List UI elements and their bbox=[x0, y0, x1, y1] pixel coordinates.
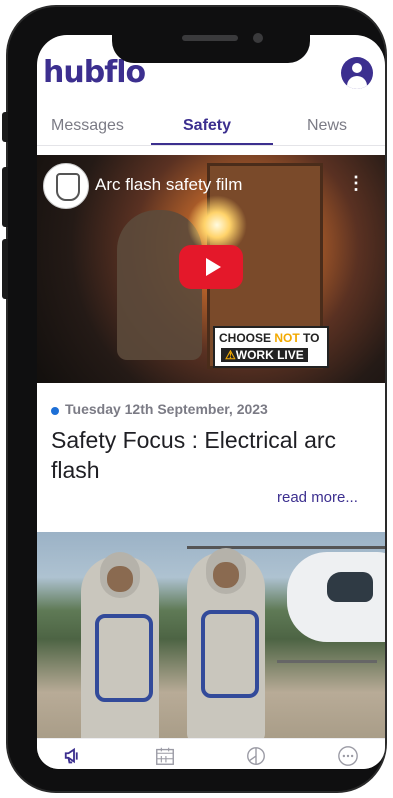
tab-messages[interactable]: Messages bbox=[51, 117, 124, 135]
youtube-play-icon[interactable] bbox=[179, 245, 243, 289]
front-camera bbox=[253, 33, 263, 43]
pie-chart-icon[interactable] bbox=[245, 745, 267, 767]
article-date: Tuesday 12th September, 2023 bbox=[65, 401, 268, 417]
megaphone-icon[interactable] bbox=[63, 745, 85, 767]
article-title[interactable]: Safety Focus : Electrical arc flash bbox=[51, 425, 371, 485]
speaker-grille bbox=[182, 35, 238, 41]
read-more-link[interactable]: read more... bbox=[277, 489, 358, 506]
article-image[interactable] bbox=[37, 532, 385, 738]
side-button bbox=[2, 112, 8, 142]
kebab-menu-icon[interactable]: ⋮ bbox=[347, 173, 365, 194]
channel-logo[interactable] bbox=[43, 163, 89, 209]
bottom-nav bbox=[37, 738, 385, 769]
user-circle-icon[interactable] bbox=[341, 57, 373, 89]
tab-news[interactable]: News bbox=[307, 117, 347, 135]
date-dot-icon bbox=[51, 407, 59, 415]
phone-frame: hubflo Messages Safety News Arc flash sa… bbox=[2, 7, 385, 791]
app-screen: hubflo Messages Safety News Arc flash sa… bbox=[37, 35, 385, 769]
video-title[interactable]: Arc flash safety film bbox=[95, 175, 242, 195]
calendar-icon[interactable] bbox=[154, 745, 176, 767]
video-player[interactable]: Arc flash safety film ⋮ CHOOSE NOT TO ⚠W… bbox=[37, 155, 385, 383]
side-button bbox=[2, 239, 8, 299]
work-live-badge: CHOOSE NOT TO ⚠WORK LIVE bbox=[213, 326, 329, 368]
active-tab-indicator bbox=[151, 143, 273, 145]
tab-safety[interactable]: Safety bbox=[183, 117, 231, 135]
side-button bbox=[2, 167, 8, 227]
warning-icon: ⚠ bbox=[225, 348, 236, 362]
phone-notch bbox=[112, 21, 310, 63]
more-icon[interactable] bbox=[337, 745, 359, 767]
tab-bar: Messages Safety News bbox=[37, 109, 385, 146]
